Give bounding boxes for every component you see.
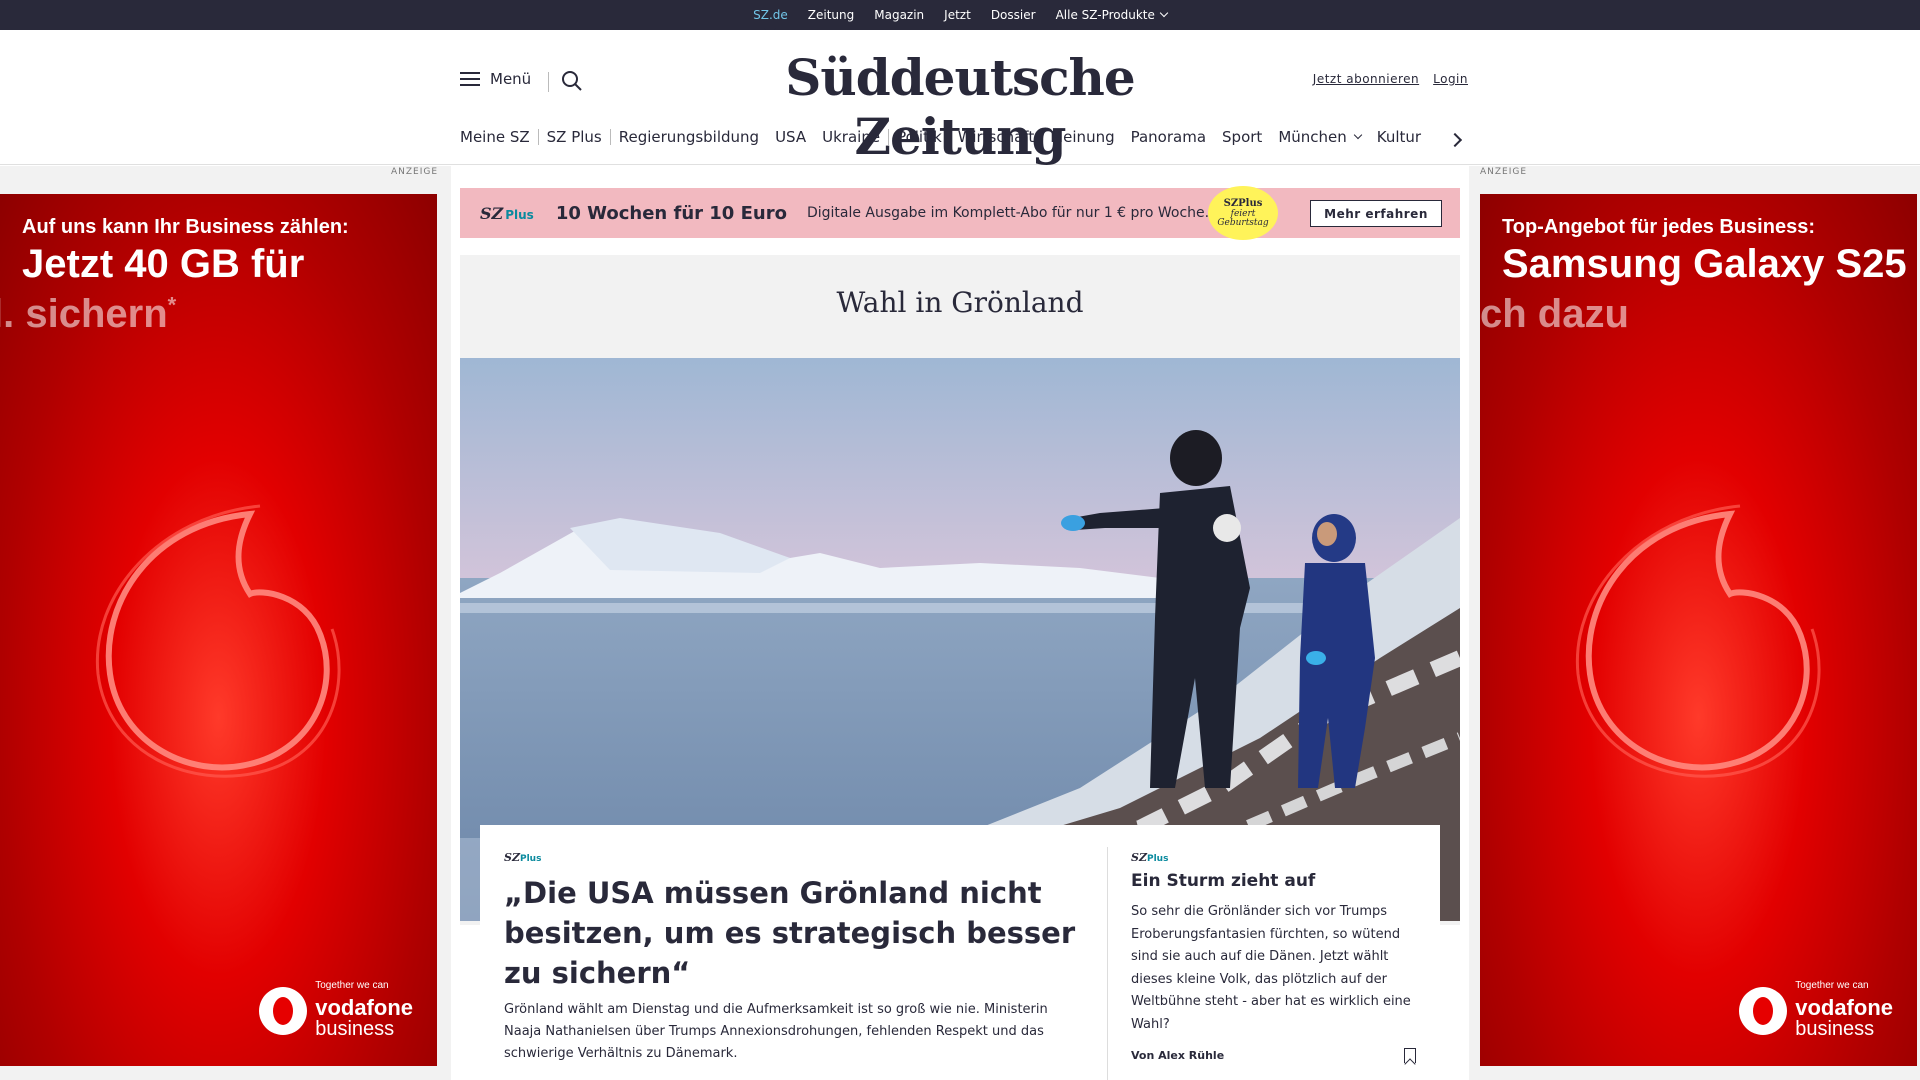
article-author: Von Alex Rühle [1131, 1049, 1225, 1062]
promo-title: 10 Wochen für 10 Euro [555, 202, 787, 224]
topbar-label: Alle SZ-Produkte [1055, 8, 1155, 22]
article-teaser: Grönland wählt am Dienstag und die Aufme… [504, 1002, 1048, 1061]
nav-item-kultur[interactable]: Kultur [1369, 128, 1429, 146]
brand-claim: Together we can [315, 980, 389, 992]
nav-item-panorama[interactable]: Panorama [1123, 128, 1214, 146]
ad-label-right: ANZEIGE [1480, 167, 1528, 177]
badge-line: Geburtstag [1217, 217, 1269, 228]
mehr-erfahren-button[interactable]: Mehr erfahren [1310, 200, 1442, 227]
side-article-card[interactable]: SZPlus Ein Sturm zieht auf So sehr die G… [1104, 825, 1440, 1080]
vodafone-brand: Together we can vodafone business [1739, 981, 1893, 1040]
ad-headline: Jetzt 40 GB für [22, 242, 305, 286]
ad-footnote-star: * [167, 292, 177, 318]
chevron-right-icon[interactable] [1448, 131, 1464, 147]
nav-item-usa[interactable]: USA [767, 128, 814, 146]
nav-item-meinung[interactable]: Meinung [1042, 128, 1122, 146]
site-header: Menü Süddeutsche Zeitung Jetzt abonniere… [0, 30, 1920, 166]
topbar-item-alle-produkte[interactable]: Alle SZ-Produkte [1055, 8, 1169, 22]
left-ad-banner[interactable]: Auf uns kann Ihr Business zählen: Jetzt … [0, 194, 437, 1066]
brand-claim: Together we can [1795, 980, 1869, 992]
szplus-promo-banner[interactable]: SZ Plus 10 Wochen für 10 Euro Digitale Au… [460, 186, 1460, 240]
topbar-label: SZ.de [753, 8, 788, 22]
nav-item-ukraine[interactable]: Ukraine [814, 128, 888, 146]
ad-tagline: Top-Angebot für jedes Business: [1502, 216, 1815, 238]
topbar-label: Dossier [990, 8, 1036, 22]
ad-headline: Samsung Galaxy S25 [1502, 242, 1907, 286]
szplus-logo: SZ Plus [480, 204, 534, 223]
badge-brand: SZPlus [1223, 197, 1263, 209]
chevron-down-icon [1159, 8, 1169, 18]
subscribe-link[interactable]: Jetzt abonnieren [1313, 72, 1419, 86]
topbar-label: Zeitung [807, 8, 855, 22]
nav-item-label: München [1278, 128, 1347, 146]
vodafone-logo-icon [1739, 986, 1788, 1035]
szplus-tag: SZPlus [504, 851, 541, 864]
brand-sub: business [1795, 1018, 1875, 1040]
search-icon[interactable] [561, 70, 583, 92]
brand-name: vodafone [315, 994, 413, 1020]
article-teaser: So sehr die Grönländer sich vor Trumps E… [1131, 904, 1411, 1032]
ad-tagline: Auf uns kann Ihr Business zählen: [22, 216, 349, 238]
brand-sub: business [315, 1018, 395, 1040]
szplus-tag-plus: Plus [1146, 854, 1169, 864]
szplus-tag-sz: SZ [504, 851, 520, 864]
section-title[interactable]: Wahl in Grönland [460, 286, 1460, 319]
login-link[interactable]: Login [1433, 72, 1468, 86]
topbar-item-szde[interactable]: SZ.de [753, 8, 788, 34]
hamburger-icon [460, 72, 480, 86]
menu-button[interactable]: Menü [460, 70, 531, 88]
menu-label: Menü [490, 70, 532, 88]
header-divider [548, 72, 549, 92]
birthday-badge: SZPlus feiert Geburtstag [1208, 186, 1278, 240]
ad-label-left: ANZEIGE [391, 167, 439, 177]
topbar-label: Magazin [874, 8, 925, 22]
bookmark-icon[interactable] [1404, 1048, 1416, 1063]
nav-item-regierungsbildung[interactable]: Regierungsbildung [611, 128, 767, 146]
ad-faded-label: l. sichern [0, 292, 168, 336]
article-headline[interactable]: Ein Sturm zieht auf [1131, 871, 1431, 891]
topbar-item-magazin[interactable]: Magazin [874, 8, 924, 22]
top-bar: SZ.de Zeitung Magazin Jetzt Dossier Alle… [0, 0, 1920, 34]
header-links: Jetzt abonnieren Login [1313, 72, 1468, 86]
ad-faded-text: ch dazu [1480, 292, 1629, 336]
main-nav: Meine SZ SZ Plus Regierungsbildung USA U… [460, 128, 1429, 146]
main-article-card[interactable]: SZPlus „Die USA müssen Grönland nicht be… [480, 825, 1104, 1080]
szplus-tag-plus: Plus [519, 854, 542, 864]
topbar-item-jetzt[interactable]: Jetzt [944, 8, 971, 22]
nav-item-meine-sz[interactable]: Meine SZ [460, 128, 538, 146]
nav-item-sz-plus[interactable]: SZ Plus [539, 128, 610, 146]
ad-faded-text: l. sichern* [0, 292, 176, 337]
site-logo[interactable]: Süddeutsche Zeitung [720, 48, 1200, 166]
promo-text: Digitale Ausgabe im Komplett-Abo für nur… [806, 205, 1210, 221]
topbar-item-dossier[interactable]: Dossier [991, 8, 1036, 22]
szplus-logo-plus: Plus [505, 207, 534, 222]
article-headline[interactable]: „Die USA müssen Grönland nicht besitzen,… [504, 873, 1084, 993]
vodafone-brand: Together we can vodafone business [259, 981, 413, 1040]
szplus-logo-sz: SZ [480, 203, 504, 223]
szplus-tag: SZPlus [1131, 851, 1168, 864]
szplus-tag-sz: SZ [1131, 851, 1147, 864]
vodafone-ring-graphic [1575, 504, 1821, 778]
nav-item-politik[interactable]: Politik [889, 128, 950, 146]
nav-item-wirtschaft[interactable]: Wirtschaft [950, 128, 1042, 146]
brand-name: vodafone [1795, 994, 1893, 1020]
chevron-down-icon [1353, 130, 1363, 140]
vodafone-logo-icon [259, 986, 308, 1035]
topbar-item-zeitung[interactable]: Zeitung [808, 8, 854, 22]
vodafone-ring-graphic [95, 504, 341, 778]
nav-item-muenchen[interactable]: München [1270, 128, 1368, 146]
right-ad-banner[interactable]: Top-Angebot für jedes Business: Samsung … [1480, 194, 1917, 1066]
topbar-label: Jetzt [944, 8, 971, 22]
nav-item-sport[interactable]: Sport [1214, 128, 1270, 146]
